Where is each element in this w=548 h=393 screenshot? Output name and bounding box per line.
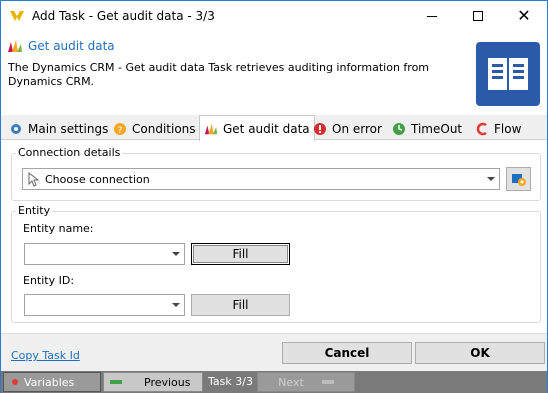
- close-icon: ✕: [517, 6, 531, 25]
- next-button[interactable]: Next: [257, 372, 355, 392]
- add-task-window: Add Task - Get audit data - 3/3 ✕ Get au…: [0, 0, 548, 393]
- tab-label: Main settings: [28, 122, 109, 136]
- tab-label: Flow: [494, 122, 522, 136]
- connection-select[interactable]: Choose connection: [22, 168, 500, 190]
- previous-arrow-icon: [110, 380, 122, 384]
- title-bar: Add Task - Get audit data - 3/3 ✕: [1, 1, 547, 31]
- task-header: Get audit data The Dynamics CRM - Get au…: [1, 31, 547, 115]
- flow-icon: [475, 122, 489, 136]
- tab-flow[interactable]: Flow: [471, 118, 525, 140]
- next-arrow-icon: [321, 380, 334, 384]
- copy-task-id-link[interactable]: Copy Task Id: [11, 349, 80, 362]
- dynamics-crm-icon: [204, 122, 218, 136]
- task-description: The Dynamics CRM - Get audit data Task r…: [8, 61, 430, 88]
- dynamics-crm-icon: [8, 40, 22, 52]
- tab-conditions[interactable]: ? Conditions: [109, 118, 200, 140]
- timeout-icon: [392, 122, 406, 136]
- tab-on-error[interactable]: On error: [309, 118, 386, 140]
- cursor-icon: [28, 172, 40, 187]
- task-counter: Task 3/3: [208, 375, 253, 388]
- fill-label: Fill: [232, 247, 249, 261]
- entity-group: Entity Entity name: Fill Entity ID: Fill: [11, 204, 541, 323]
- connection-details-group: Connection details Choose connection: [11, 146, 541, 201]
- maximize-icon: [473, 11, 483, 21]
- entity-name-select[interactable]: [24, 243, 185, 265]
- dialog-footer: Copy Task Id Cancel OK: [1, 333, 547, 371]
- connection-value: Choose connection: [45, 173, 150, 186]
- ok-button[interactable]: OK: [415, 342, 545, 364]
- task-title: Get audit data: [28, 39, 115, 53]
- next-label: Next: [278, 375, 304, 389]
- tab-content: Connection details Choose connection Ent…: [1, 141, 547, 333]
- chevron-down-icon: [172, 303, 180, 307]
- tab-label: On error: [332, 122, 382, 136]
- book-icon: [476, 42, 540, 106]
- conditions-icon: ?: [113, 122, 127, 136]
- maximize-button[interactable]: [455, 1, 501, 31]
- gear-icon: [9, 122, 23, 136]
- previous-label: Previous: [144, 375, 191, 389]
- tab-label: TimeOut: [411, 122, 463, 136]
- tab-label: Conditions: [132, 122, 196, 136]
- app-logo-icon: [10, 11, 24, 21]
- cancel-label: Cancel: [324, 346, 370, 360]
- previous-button[interactable]: Previous: [103, 372, 203, 392]
- minimize-button[interactable]: [409, 1, 455, 31]
- connection-manager-button[interactable]: [506, 167, 531, 191]
- entity-id-fill-button[interactable]: Fill: [191, 294, 290, 316]
- tab-main-settings[interactable]: Main settings: [5, 118, 112, 140]
- group-label: Entity: [16, 204, 53, 217]
- tab-strip: Main settings ? Conditions Get audit dat…: [1, 115, 547, 141]
- tab-timeout[interactable]: TimeOut: [388, 118, 466, 140]
- ok-label: OK: [470, 346, 490, 360]
- tab-get-audit-data[interactable]: Get audit data: [199, 115, 315, 141]
- variables-button[interactable]: Variables: [3, 372, 101, 392]
- variables-icon: [12, 379, 18, 385]
- window-title: Add Task - Get audit data - 3/3: [32, 9, 215, 23]
- group-label: Connection details: [16, 146, 123, 159]
- entity-name-label: Entity name:: [23, 222, 94, 235]
- chevron-down-icon: [487, 177, 495, 181]
- tab-label: Get audit data: [223, 121, 310, 136]
- error-icon: [313, 122, 327, 136]
- status-bar: Variables Previous Task 3/3 Next: [1, 371, 547, 393]
- minimize-icon: [427, 15, 437, 17]
- entity-id-label: Entity ID:: [23, 274, 75, 287]
- variables-label: Variables: [24, 375, 75, 389]
- chevron-down-icon: [172, 252, 180, 256]
- entity-name-fill-button[interactable]: Fill: [191, 243, 290, 265]
- svg-text:?: ?: [118, 126, 123, 136]
- connection-settings-icon: [511, 174, 526, 186]
- entity-id-select[interactable]: [24, 294, 185, 316]
- fill-label: Fill: [232, 298, 249, 312]
- cancel-button[interactable]: Cancel: [282, 342, 412, 364]
- close-button[interactable]: ✕: [501, 1, 547, 31]
